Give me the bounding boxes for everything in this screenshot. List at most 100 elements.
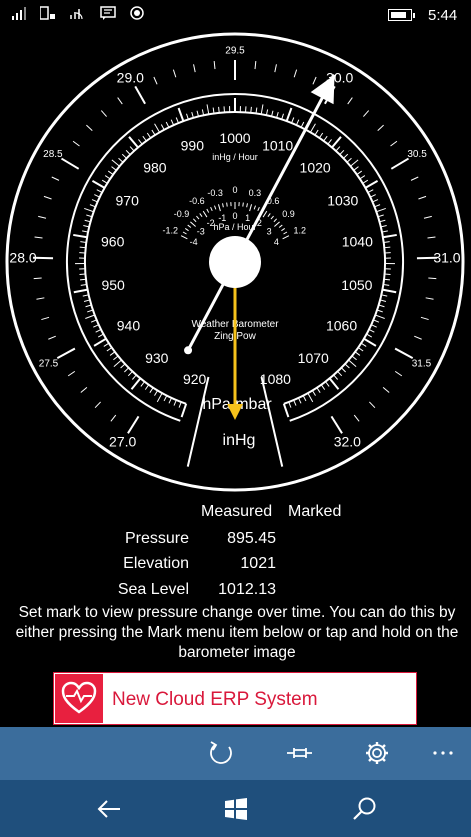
hpa-tick — [260, 104, 264, 115]
hpa-tick — [375, 314, 385, 319]
trend-tick — [253, 205, 256, 210]
hpa-tick — [111, 159, 120, 167]
settings-icon[interactable] — [361, 737, 393, 769]
hpa-tick — [331, 136, 342, 149]
hpa-tick — [382, 288, 397, 294]
inhg-tick — [293, 69, 298, 78]
nav-bar — [0, 780, 471, 837]
scale-end-line — [186, 376, 210, 467]
trend-tick — [206, 208, 210, 213]
trend-tick — [196, 215, 200, 220]
hpa-tick — [93, 337, 107, 347]
signal-icon — [12, 7, 26, 20]
inhg-tick — [41, 316, 50, 321]
trend-tick — [257, 206, 260, 212]
hpa-tick — [328, 377, 340, 390]
hpa-tick — [73, 288, 88, 294]
hpa-scale-label: 1030 — [327, 193, 358, 209]
trend-tick — [192, 218, 197, 223]
scale-end-line — [260, 376, 284, 467]
trend-tick — [214, 205, 217, 210]
hpa-tick — [156, 392, 163, 403]
inhg-tick — [48, 335, 56, 340]
trend-hpa-label: -3 — [197, 226, 205, 236]
trend-hpa-label: 4 — [274, 237, 279, 247]
trend-tick — [190, 221, 196, 227]
trend-tick — [242, 202, 244, 207]
inhg-scale-label: 28.5 — [43, 149, 63, 160]
hpa-tick — [364, 180, 379, 189]
mark-pin-icon[interactable] — [284, 737, 316, 769]
inhg-tick — [72, 140, 80, 147]
trend-tick — [222, 203, 224, 208]
marked-header: Marked — [288, 503, 342, 520]
inhg-tick — [56, 347, 76, 359]
trend-tick — [278, 224, 283, 228]
trend-inhg-label: -0.6 — [189, 196, 205, 206]
inhg-scale-label: 29.0 — [117, 70, 144, 86]
inhg-tick — [100, 110, 107, 117]
trend-inhg-label: 0.3 — [249, 188, 262, 198]
hpa-tick — [363, 337, 377, 347]
wifi-icon — [70, 9, 83, 20]
search-icon[interactable] — [350, 794, 380, 824]
back-icon[interactable] — [94, 794, 124, 824]
barometer-gauge[interactable]: 27.027.528.028.529.029.530.030.531.031.5… — [0, 30, 471, 500]
trend-tick — [182, 231, 187, 235]
windows-icon[interactable] — [221, 794, 251, 824]
trend-tick — [283, 231, 288, 235]
hpa-tick — [206, 104, 210, 115]
status-icons — [12, 5, 144, 21]
hpa-tick — [130, 377, 142, 390]
inhg-tick — [428, 277, 437, 280]
trend-hpa-label: 0 — [232, 211, 237, 221]
trend-inhg-label: -0.9 — [174, 209, 190, 219]
trend-inhg-label: -1.2 — [163, 226, 179, 236]
trend-inhg-label: 0.9 — [282, 209, 295, 219]
hpa-tick — [350, 159, 359, 167]
trend-tick — [202, 210, 208, 218]
hpa-scale-label: 960 — [101, 233, 125, 249]
inhg-tick — [353, 414, 360, 422]
trend-tick — [187, 224, 192, 228]
pressure-needle-tail — [184, 346, 193, 355]
inhg-tick — [134, 85, 146, 105]
inhg-tick — [153, 76, 158, 85]
inhg-tick — [418, 195, 427, 200]
hpa-tick — [282, 403, 290, 418]
inhg-tick — [110, 414, 117, 422]
trend-tick — [267, 213, 271, 217]
hpa-tick — [382, 233, 397, 239]
inhg-tick — [213, 61, 216, 70]
inhg-tick — [127, 415, 140, 434]
measured-header: Measured — [201, 503, 273, 520]
trend-tick — [270, 215, 274, 220]
hpa-scale-label: 990 — [181, 137, 205, 153]
ad-text[interactable]: New Cloud ERP System — [112, 689, 318, 711]
trend-tick — [281, 228, 286, 232]
hpa-scale-label: 1040 — [342, 233, 373, 249]
ad-banner[interactable]: New Cloud ERP System — [53, 672, 417, 725]
trend-inhg-label: 0 — [232, 185, 237, 195]
trend-tick — [199, 213, 203, 217]
hpa-scale-label: 1060 — [326, 317, 357, 333]
inhg-tick — [67, 370, 76, 377]
refresh-icon[interactable] — [205, 737, 237, 769]
status-time: 5:44 — [428, 7, 458, 24]
app-bar — [0, 727, 471, 780]
inhg-tick — [390, 157, 410, 170]
hpa-tick — [73, 233, 88, 239]
inhg-tick — [172, 69, 177, 78]
inhg-tick — [363, 110, 370, 117]
hpa-tick — [84, 207, 94, 213]
sim-signal-icon — [40, 6, 55, 20]
more-icon[interactable] — [428, 737, 460, 769]
elevation-value: 1021 — [240, 555, 276, 572]
hpa-tick — [154, 123, 161, 133]
hpa-scale-label: 1000 — [219, 130, 250, 146]
hpa-scale-label: 970 — [116, 193, 140, 209]
hpa-tick — [348, 359, 357, 367]
trend-inhg-title: inHg / Hour — [212, 152, 258, 162]
needle-hub — [209, 236, 261, 288]
elevation-label: Elevation — [123, 555, 189, 572]
